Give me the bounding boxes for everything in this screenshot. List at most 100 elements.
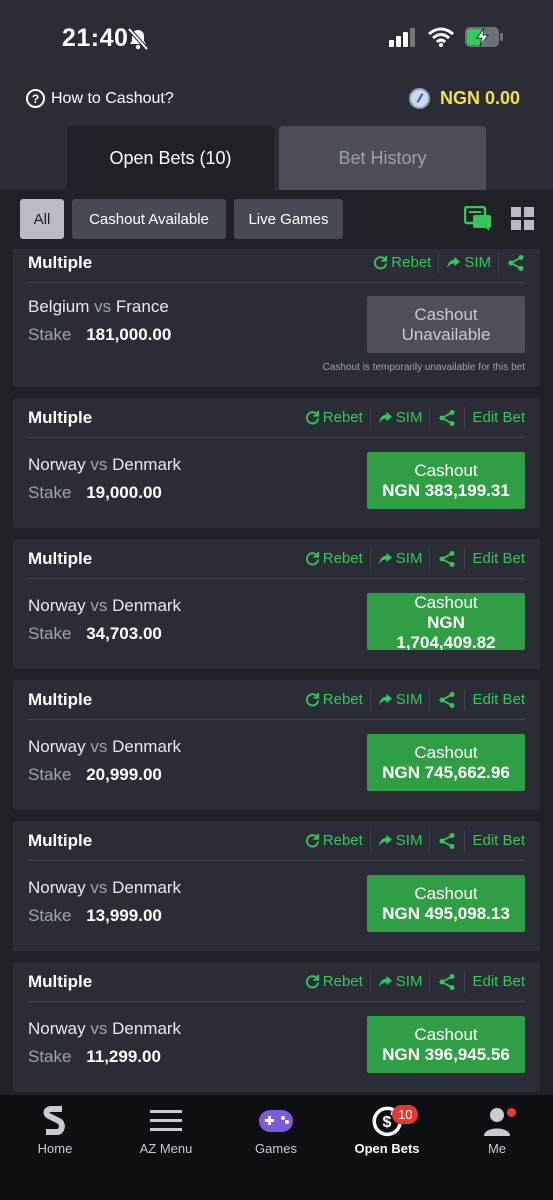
bet-actions: Rebet SIM Edit Bet [298,970,525,993]
bet-match: Norway vs Denmark [28,1019,181,1039]
share-button[interactable] [430,547,466,570]
bet-card-header: Multiple Rebet SIM Edit Bet [28,821,525,861]
nav-open-bets-label: Open Bets [354,1141,420,1156]
battery-charging-icon [465,27,503,47]
edit-bet-button[interactable]: Edit Bet [465,407,525,429]
cashout-amount: NGN 396,945.56 [382,1044,510,1064]
bet-card-header: Multiple Rebet SIM Edit Bet [28,962,525,1002]
nav-me-label: Me [487,1141,507,1156]
sim-button[interactable]: SIM [439,251,499,274]
rebet-button[interactable]: Rebet [366,251,440,274]
bet-actions: Rebet SIM Edit Bet [298,406,525,429]
sim-button[interactable]: SIM [371,406,431,429]
bet-type: Multiple [28,252,93,272]
share-button[interactable] [430,406,466,429]
nav-home-label: Home [37,1141,73,1156]
tab-open-bets[interactable]: Open Bets (10) [67,126,274,190]
chat-list-icon[interactable] [464,206,492,232]
sim-button[interactable]: SIM [371,688,431,711]
away-team: Denmark [112,737,182,756]
nav-me[interactable]: Me [447,1101,547,1156]
refresh-icon [374,255,388,270]
signal-icon [389,28,415,47]
nav-games-label: Games [255,1141,297,1156]
cashout-amount: NGN 383,199.31 [382,480,510,500]
share-icon [439,409,455,426]
cashout-button[interactable]: Cashout NGN 495,098.13 [367,875,525,932]
away-team: Denmark [112,1019,182,1038]
rebet-button[interactable]: Rebet [298,688,371,711]
filter-live-games[interactable]: Live Games [234,199,343,239]
sim-button[interactable]: SIM [371,829,431,852]
sporty-logo-icon [43,1106,65,1135]
share-icon [439,691,455,708]
share-button[interactable] [430,829,466,852]
balance[interactable]: NGN 0.00 [408,88,520,109]
edit-bet-button[interactable]: Edit Bet [465,971,525,993]
bet-type: Multiple [28,971,93,991]
rebet-button[interactable]: Rebet [298,406,371,429]
edit-bet-button[interactable]: Edit Bet [465,830,525,852]
stake-label: Stake [28,483,72,502]
edit-bet-button[interactable]: Edit Bet [465,689,525,711]
edit-bet-button[interactable]: Edit Bet [465,548,525,570]
stake-amount: 13,999.00 [86,906,162,925]
stake-amount: 20,999.00 [86,765,162,784]
nav-open-bets[interactable]: $ 10 Open Bets [337,1101,437,1156]
bet-match: Norway vs Denmark [28,596,181,616]
edit-bet-label: Edit Bet [472,691,525,708]
how-to-cashout-link[interactable]: ? How to Cashout? [26,89,174,108]
grid-view-icon[interactable] [510,206,536,232]
menu-icon [150,1110,182,1131]
status-icons [389,26,505,48]
nav-games[interactable]: Games [226,1101,326,1156]
bet-card-header: Multiple Rebet SIM [28,243,525,283]
nav-az-menu-label: AZ Menu [139,1141,193,1156]
bet-type: Multiple [28,548,93,568]
refresh-icon [305,974,319,989]
rebet-button[interactable]: Rebet [298,547,371,570]
bet-stake: Stake 11,299.00 [28,1047,161,1067]
filter-all[interactable]: All [20,199,64,239]
share-arrow-icon [378,693,392,706]
share-arrow-icon [447,256,461,269]
how-to-cashout-label: How to Cashout? [51,89,174,107]
sim-button[interactable]: SIM [371,547,431,570]
home-team: Norway [28,878,86,897]
nav-home[interactable]: Home [5,1101,105,1156]
bet-card-header: Multiple Rebet SIM Edit Bet [28,539,525,579]
sim-button[interactable]: SIM [371,970,431,993]
stake-amount: 181,000.00 [86,325,172,344]
nav-az-menu[interactable]: AZ Menu [116,1101,216,1156]
share-button[interactable] [430,970,466,993]
stake-amount: 19,000.00 [86,483,162,502]
cashout-button[interactable]: Cashout NGN 396,945.56 [367,1016,525,1073]
home-team: Norway [28,737,86,756]
bet-actions: Rebet SIM Edit Bet [298,688,525,711]
sim-label: SIM [395,832,423,849]
edit-bet-label: Edit Bet [472,832,525,849]
share-button[interactable] [499,252,525,274]
wifi-icon [428,27,454,47]
status-time: 21:40 [62,24,129,52]
cashout-button[interactable]: Cashout NGN 1,704,409.82 [367,593,525,650]
bet-type: Multiple [28,830,93,850]
cashout-status: Unavailable [401,324,491,344]
share-button[interactable] [430,688,466,711]
rebet-button[interactable]: Rebet [298,829,371,852]
rebet-button[interactable]: Rebet [298,970,371,993]
stake-label: Stake [28,906,72,925]
cashout-button[interactable]: Cashout NGN 383,199.31 [367,452,525,509]
bet-stake: Stake 181,000.00 [28,325,171,345]
home-team: Norway [28,596,86,615]
cashout-label: Cashout [414,742,478,762]
me-notification-dot [507,1108,516,1117]
filter-cashout-available[interactable]: Cashout Available [72,199,226,239]
gamepad-icon [259,1110,293,1132]
open-bets-badge: 10 [392,1105,419,1124]
tab-bet-history[interactable]: Bet History [279,126,486,190]
sim-label: SIM [395,973,423,990]
rebet-label: Rebet [322,973,363,990]
refresh-icon [305,410,319,425]
cashout-button[interactable]: Cashout NGN 745,662.96 [367,734,525,791]
